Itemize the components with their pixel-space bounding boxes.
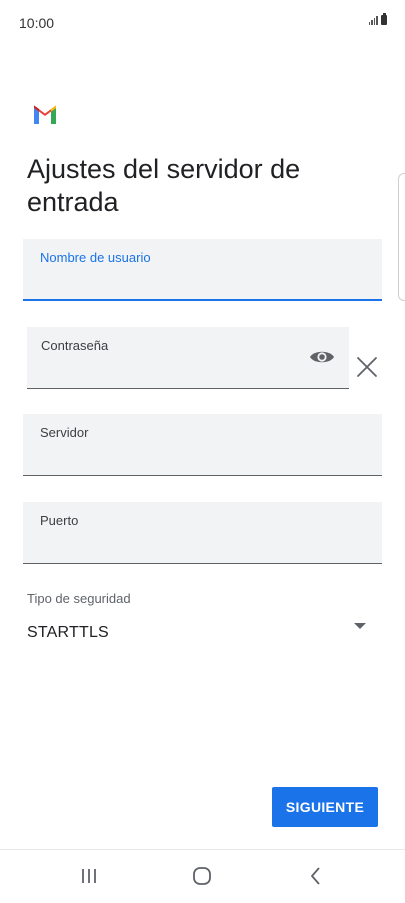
eye-icon[interactable] <box>309 348 335 366</box>
status-time: 10:00 <box>19 15 55 31</box>
password-field[interactable]: Contraseña <box>27 327 349 389</box>
close-icon[interactable] <box>356 356 378 378</box>
username-input[interactable] <box>40 269 370 293</box>
status-bar: 10:00 <box>0 0 405 46</box>
next-button[interactable]: SIGUIENTE <box>272 787 378 827</box>
security-type-label: Tipo de seguridad <box>27 591 131 606</box>
port-label: Puerto <box>40 513 79 528</box>
username-label: Nombre de usuario <box>40 250 151 265</box>
security-type-select[interactable]: STARTTLS <box>27 612 372 652</box>
recent-apps-icon[interactable] <box>77 864 101 888</box>
battery-icon <box>381 13 387 25</box>
triangle-down-icon <box>354 623 366 629</box>
password-input[interactable] <box>41 357 299 381</box>
server-field[interactable]: Servidor <box>23 414 382 476</box>
home-icon[interactable] <box>190 864 214 888</box>
security-type-value: STARTTLS <box>27 624 109 641</box>
gmail-logo <box>34 105 56 124</box>
server-input[interactable] <box>40 444 370 468</box>
username-field[interactable]: Nombre de usuario <box>23 239 382 301</box>
password-label: Contraseña <box>41 338 109 353</box>
port-field[interactable]: Puerto <box>23 502 382 564</box>
server-label: Servidor <box>40 425 89 440</box>
signal-icon <box>368 15 378 25</box>
navigation-bar <box>0 849 405 903</box>
back-icon[interactable] <box>304 864 328 888</box>
status-icons <box>368 13 387 25</box>
scroll-edge-handle[interactable] <box>398 173 405 301</box>
page-title: Ajustes del servidor de entrada <box>27 154 301 217</box>
port-input[interactable] <box>40 532 370 556</box>
